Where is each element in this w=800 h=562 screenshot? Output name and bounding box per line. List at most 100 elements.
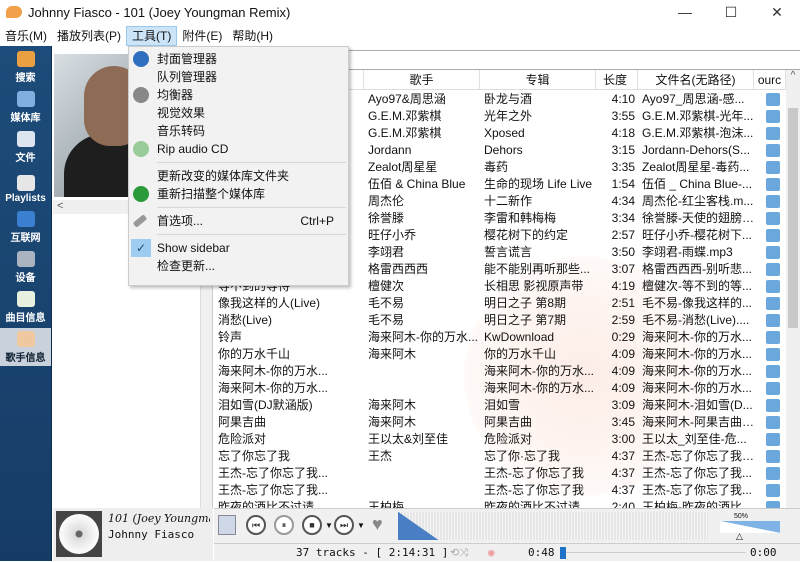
table-row[interactable]: 消愁(Live) 毛不易 明日之子 第7期 2:59 毛不易-消愁(Live).... [214,312,786,329]
col-artist[interactable]: 歌手 [364,70,480,89]
menu-item-5[interactable]: Rip audio CD [129,140,348,158]
pause-button[interactable]: ⏸ [274,515,294,535]
cell-artist: 旺仔小乔 [368,228,417,242]
menu-item-library-0[interactable]: 更新改变的媒体库文件夹 [129,167,348,185]
sidebar-item-label: Playlists [5,193,46,204]
previous-button[interactable]: ⏮ [246,515,266,535]
cell-artist [364,465,480,482]
table-row[interactable]: 危险派对 王以太&刘至佳 危险派对 3:00 王以太_刘至佳-危... [214,431,786,448]
cell-title: 消愁(Live) [218,313,273,327]
menu-item-library-1[interactable]: 重新扫描整个媒体库 [129,185,348,203]
cell-album: 昨夜的酒比不过请 [484,500,581,508]
cell-length: 3:45 [611,415,635,429]
menu-item-3[interactable]: 视觉效果 [129,104,348,122]
menu-music[interactable]: 音乐(M) [0,26,52,46]
menu-addons[interactable]: 附件(E) [177,26,227,46]
music-file-icon [766,212,780,225]
record-icon[interactable]: ◉ [488,544,495,562]
favorite-heart-icon[interactable]: ♥ [372,514,383,535]
sidebar-item-0[interactable]: 搜索 [0,48,51,86]
col-album[interactable]: 专辑 [480,70,596,89]
menu-bar: 音乐(M) 播放列表(P) 工具(T) 附件(E) 帮助(H) [0,26,800,46]
minimize-button[interactable]: — [662,0,708,24]
cell-album: KwDownload [484,330,555,344]
cell-album: 光年之外 [484,109,533,123]
menu-item-preferences[interactable]: 首选项... Ctrl+P [129,212,348,230]
menu-item-label: 封面管理器 [157,52,218,66]
vertical-scrollbar[interactable]: ^ [786,70,800,508]
table-row[interactable]: 忘了你忘了我 王杰 忘了你·忘了我 4:37 王杰-忘了你忘了我.... [214,448,786,465]
cell-length: 3:00 [611,432,635,446]
cell-filename: 王杰-忘了你忘了我.... [642,449,754,463]
checkmark-icon: ✓ [131,239,151,257]
table-row[interactable]: 泪如雪(DJ默涵版) 海来阿木 泪如雪 3:09 海来阿木-泪如雪(D... [214,397,786,414]
sidebar-item-label: 媒体库 [10,113,41,124]
stop-options-icon[interactable]: ▼ [325,521,333,530]
sidebar-item-label: 设备 [15,273,36,284]
music-file-icon [766,382,780,395]
music-file-icon [766,127,780,140]
cell-filename: 海来阿木-你的万水... [642,347,752,361]
shortcut-label: Ctrl+P [300,214,334,228]
mini-player-icon[interactable] [218,515,236,535]
scroll-thumb[interactable] [788,108,798,328]
cell-album: 你的万水千山 [484,347,557,361]
cell-title: 王杰-忘了你忘了我... [218,483,328,497]
table-row[interactable]: 像我这样的人(Live) 毛不易 明日之子 第8期 2:51 毛不易-像我这样的... [214,295,786,312]
scroll-left-button[interactable]: < [57,200,63,212]
table-row[interactable]: 昨夜的酒比不过请... 王柏梅 昨夜的酒比不过请 2:40 王柏梅-昨夜的酒比... [214,499,786,508]
sidebar-item-6[interactable]: 曲目信息 [0,288,51,326]
cell-filename: 海来阿木-泪如雪(D... [642,398,753,412]
menu-item-show-sidebar[interactable]: ✓ Show sidebar [129,239,348,257]
sidebar-item-5[interactable]: 设备 [0,248,51,286]
scroll-up-icon[interactable]: ^ [791,70,796,81]
cell-length: 2:57 [611,228,635,242]
next-options-icon[interactable]: ▼ [357,521,365,530]
maximize-button[interactable]: ☐ [708,0,754,24]
menu-item-1[interactable]: 队列管理器 [129,68,348,86]
menu-item-4[interactable]: 音乐转码 [129,122,348,140]
cell-filename: 王柏梅-昨夜的酒比... [642,500,752,508]
sidebar-item-1[interactable]: 媒体库 [0,88,51,126]
menu-playlist[interactable]: 播放列表(P) [52,26,126,46]
close-button[interactable]: ✕ [754,0,800,24]
menu-item-check-updates[interactable]: 检查更新... [129,257,348,275]
cell-album: 王杰-忘了你忘了我 [484,466,584,480]
window-title: Johnny Fiasco - 101 (Joey Youngman Remix… [28,4,291,20]
cell-title: 王杰-忘了你忘了我... [218,466,328,480]
sidebar-item-2[interactable]: 文件 [0,128,51,166]
col-filename[interactable]: 文件名(无路径) [638,70,754,89]
cell-length: 2:51 [611,296,635,310]
file-icon [16,131,35,147]
table-row[interactable]: 铃声 海来阿木-你的万水... KwDownload 0:29 海来阿木-你的万水... [214,329,786,346]
next-button[interactable]: ⏭ [334,515,354,535]
cell-artist: 王以太&刘至佳 [368,432,449,446]
table-row[interactable]: 海来阿木-你的万水... 海来阿木-你的万水... 4:09 海来阿木-你的万水... [214,380,786,397]
cell-artist: 格雷西西西 [368,262,429,276]
stop-button[interactable]: ■ [302,515,322,535]
remaining-time: 0:00 [750,546,777,559]
col-source[interactable]: ourc [754,70,786,89]
table-row[interactable]: 海来阿木-你的万水... 海来阿木-你的万水... 4:09 海来阿木-你的万水... [214,363,786,380]
table-row[interactable]: 王杰-忘了你忘了我... 王杰-忘了你忘了我 4:37 王杰-忘了你忘了我... [214,482,786,499]
sidebar-item-4[interactable]: 互联网 [0,208,51,246]
menu-help[interactable]: 帮助(H) [227,26,278,46]
table-row[interactable]: 王杰-忘了你忘了我... 王杰-忘了你忘了我 4:37 王杰-忘了你忘了我... [214,465,786,482]
menu-item-2[interactable]: 均衡器 [129,86,348,104]
menu-item-0[interactable]: 封面管理器 [129,50,348,68]
device-icon [16,251,35,267]
volume-slider[interactable]: 50% △ [714,513,784,541]
menu-tools[interactable]: 工具(T) [126,26,178,46]
cell-artist: 海来阿木 [368,415,417,429]
sidebar-item-7[interactable]: 歌手信息 [0,328,51,366]
cell-title: 你的万水千山 [218,347,291,361]
cell-length: 4:37 [611,466,635,480]
table-row[interactable]: 你的万水千山 海来阿木 你的万水千山 4:09 海来阿木-你的万水... [214,346,786,363]
music-file-icon [766,450,780,463]
cell-filename: Ayo97_周思涵-感... [642,92,745,106]
table-row[interactable]: 阿果吉曲 海来阿木 阿果吉曲 3:45 海来阿木-阿果吉曲.... [214,414,786,431]
sidebar-item-3[interactable]: Playlists [0,168,51,206]
seek-bar[interactable] [560,547,746,559]
col-length[interactable]: 长度 [596,70,638,89]
repeat-shuffle-icon[interactable]: ⟲⤨ [450,544,468,562]
